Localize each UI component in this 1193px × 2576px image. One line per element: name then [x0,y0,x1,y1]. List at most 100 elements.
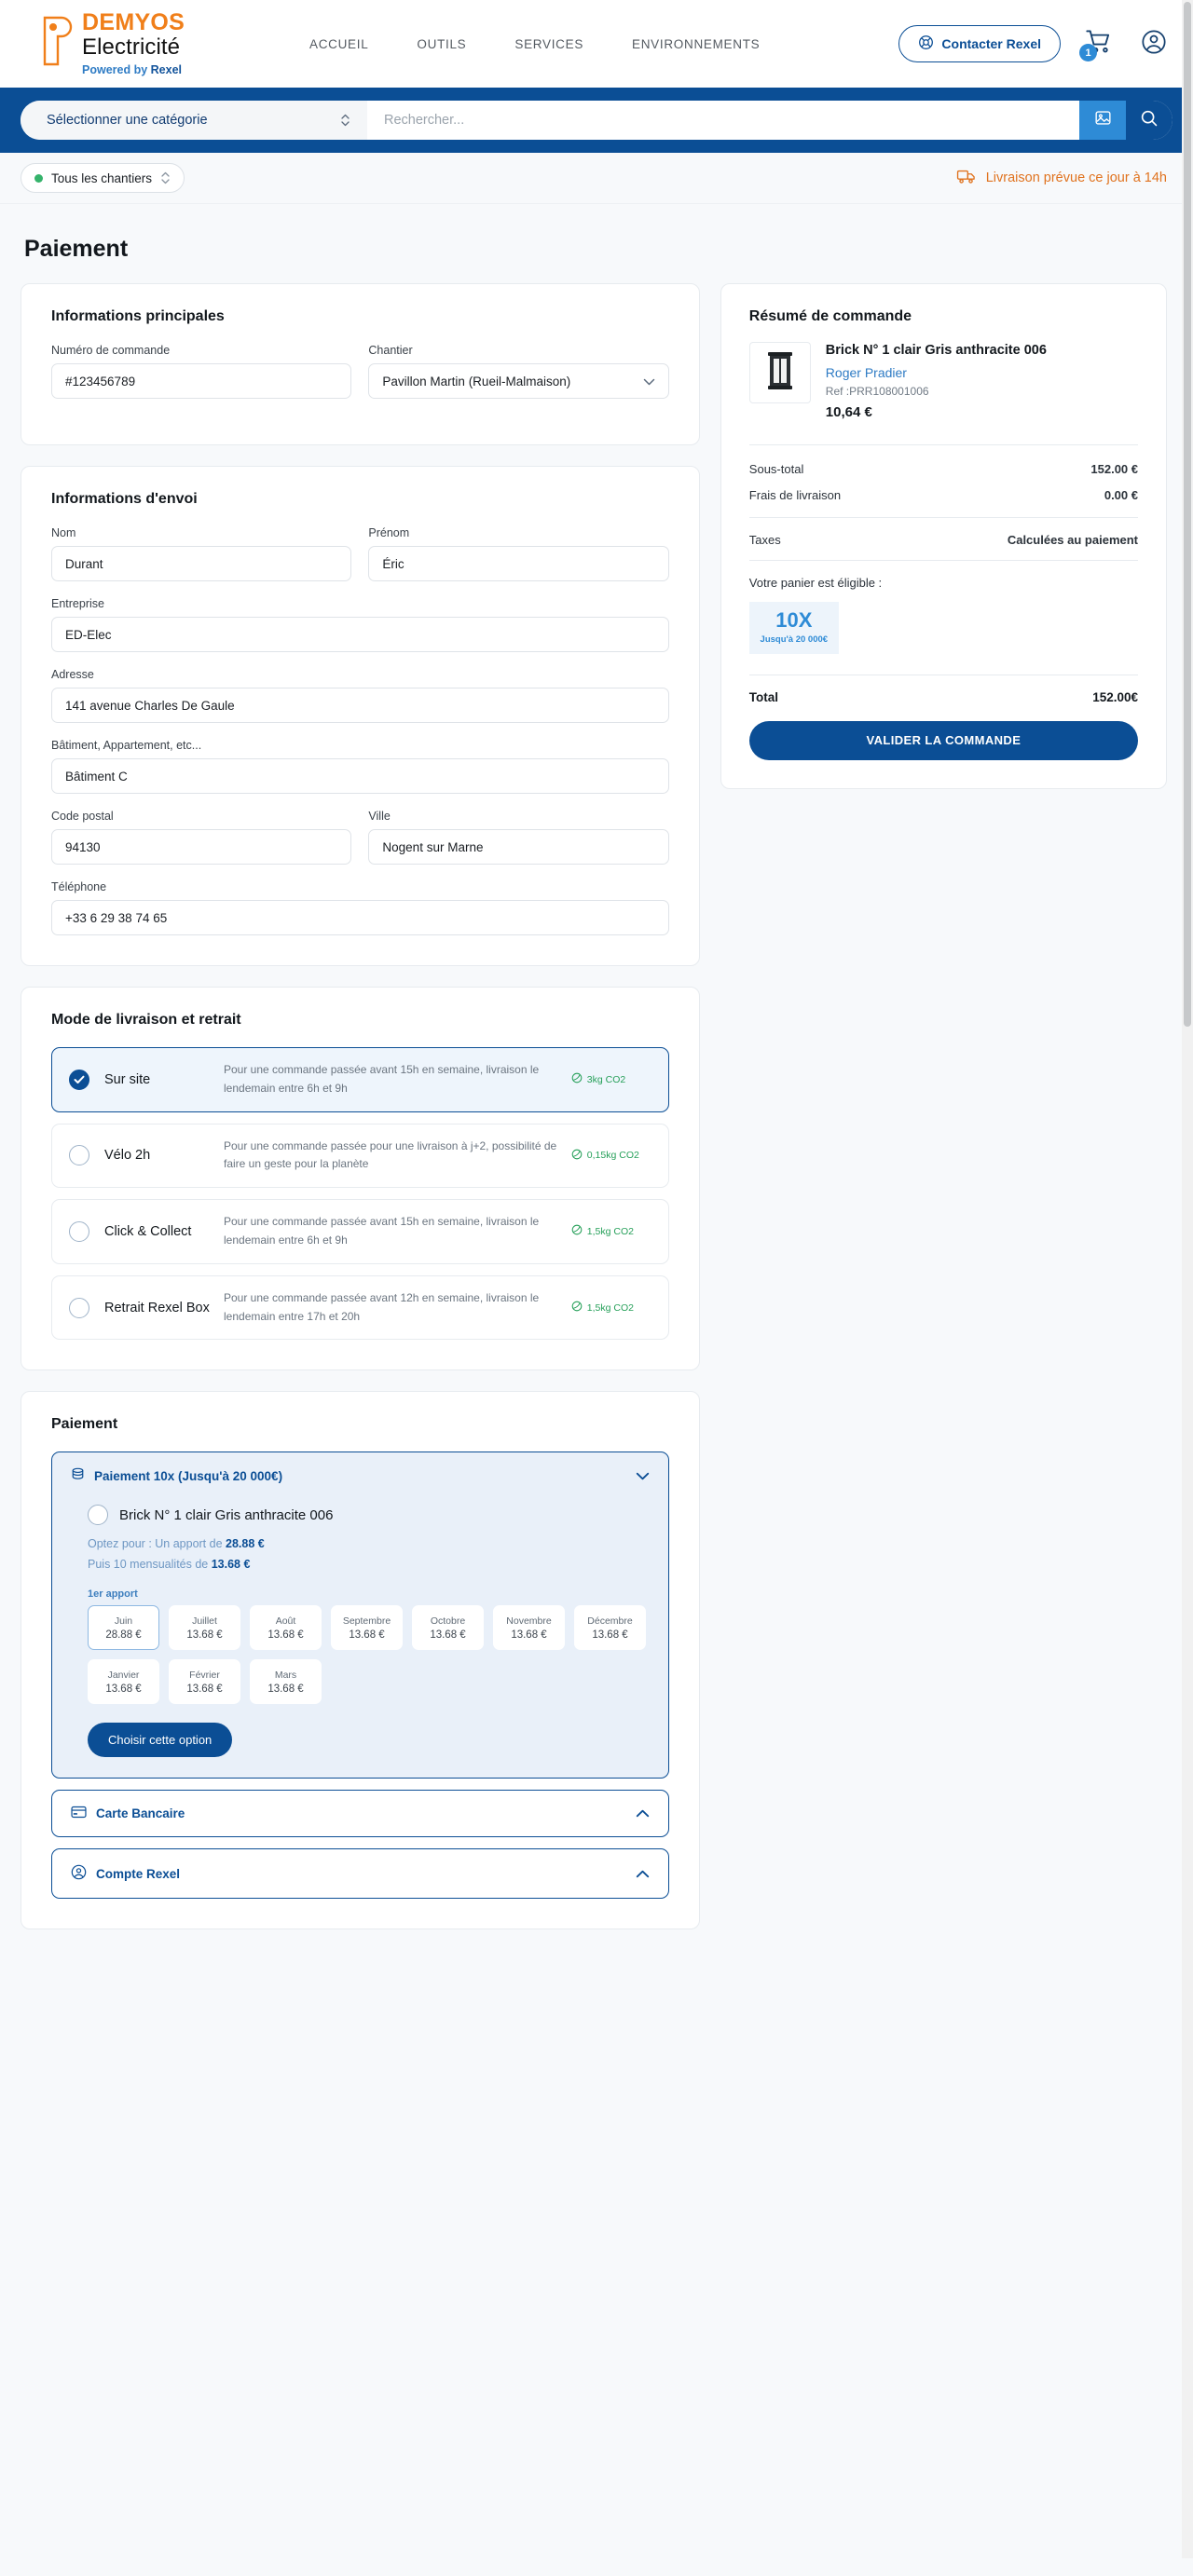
delivery-option-sur-site[interactable]: Sur site Pour une commande passée avant … [51,1047,669,1112]
chevron-updown-icon [160,170,171,185]
month-amount: 13.68 € [430,1629,466,1641]
cart-button[interactable]: 1 [1079,28,1117,61]
schedule-month-juillet[interactable]: Juillet 13.68 € [169,1605,240,1651]
nav-item-outils[interactable]: OUTILS [417,37,466,51]
demyos-logo-icon [39,15,73,67]
nom-label: Nom [51,526,76,539]
search-submit-button[interactable] [1126,101,1172,140]
schedule-month-decembre[interactable]: Décembre 13.68 € [574,1605,646,1651]
prenom-label: Prénom [368,526,410,539]
powered-by-label: Powered by Rexel [82,63,182,77]
month-name: Décembre [587,1615,633,1627]
month-amount: 13.68 € [267,1683,304,1695]
prenom-input[interactable] [368,546,669,581]
schedule-month-octobre[interactable]: Octobre 13.68 € [412,1605,484,1651]
order-number-input[interactable] [51,363,352,399]
page-scrollbar[interactable] [1182,0,1193,2558]
schedule-month-fevrier[interactable]: Février 13.68 € [169,1659,240,1705]
payment-product-name: Brick N° 1 clair Gris anthracite 006 [119,1506,334,1523]
chevron-down-icon[interactable] [636,1469,650,1483]
choose-this-option-button[interactable]: Choisir cette option [88,1723,233,1758]
category-select-label: Sélectionner une catégorie [47,113,208,128]
nav-item-accueil[interactable]: ACCUEIL [309,37,368,51]
delivery-notice: Livraison prévue ce jour à 14h [956,168,1167,188]
divider [748,559,1138,561]
chantier-select[interactable]: Pavillon Martin (Rueil-Malmaison) [368,363,669,399]
schedule-month-septembre[interactable]: Septembre 13.68 € [331,1605,403,1651]
schedule-month-aout[interactable]: Août 13.68 € [250,1605,322,1651]
schedule-month-mars[interactable]: Mars 13.68 € [250,1659,322,1705]
page-content: Paiement Informations principales Numéro… [0,204,1193,2576]
radio-selected-icon [69,1069,89,1090]
month-amount: 13.68 € [105,1683,142,1695]
coins-stack-icon [71,1467,85,1484]
search-input[interactable] [384,113,1063,128]
payment-method-compte-rexel[interactable]: Compte Rexel [51,1848,669,1900]
delivery-mode-title: Mode de livraison et retrait [51,1012,241,1028]
checkout-right-column: Résumé de commande Brick N° 1 clair Gris… [720,283,1167,789]
batiment-input[interactable] [51,758,669,794]
telephone-field: Téléphone [51,880,669,935]
taxes-value: Calculées au paiement [1007,532,1138,547]
payment-10x-header[interactable]: Paiement 10x (Jusqu'à 20 000€) [71,1467,650,1484]
validate-order-button[interactable]: VALIDER LA COMMANDE [748,720,1138,760]
summary-product-price: 10,64 € [825,403,872,420]
order-summary-title: Résumé de commande [748,308,912,324]
contact-rexel-button[interactable]: Contacter Rexel [898,25,1061,62]
schedule-month-juin[interactable]: Juin 28.88 € [88,1605,159,1651]
month-name: Juillet [192,1615,217,1627]
ville-input[interactable] [368,829,669,865]
nom-input[interactable] [51,546,352,581]
delivery-option-velo-2h[interactable]: Vélo 2h Pour une commande passée pour un… [51,1123,669,1189]
visual-search-button[interactable] [1079,101,1126,140]
delivery-option-name: Click & Collect [104,1223,192,1239]
taxes-label: Taxes [748,532,781,547]
chevron-up-icon[interactable] [636,1806,650,1820]
adresse-input[interactable] [51,688,669,723]
schedule-month-novembre[interactable]: Novembre 13.68 € [493,1605,565,1651]
chantier-selector[interactable]: Tous les chantiers [21,163,185,193]
co2-label: 1,5kg CO2 [586,1302,634,1314]
entreprise-field: Entreprise [51,597,669,652]
nav-item-environnements[interactable]: ENVIRONNEMENTS [632,37,760,51]
outdoor-lamp-icon [764,349,796,397]
entreprise-input[interactable] [51,617,669,652]
main-menu: ACCUEIL OUTILS SERVICES ENVIRONNEMENTS [309,37,760,51]
nav-item-services[interactable]: SERVICES [514,37,583,51]
delivery-option-click-collect[interactable]: Click & Collect Pour une commande passée… [51,1199,669,1264]
delivery-option-retrait-rexel-box[interactable]: Retrait Rexel Box Pour une commande pass… [51,1274,669,1341]
chevron-up-icon[interactable] [636,1867,650,1881]
contact-rexel-label: Contacter Rexel [941,36,1041,51]
badge-10x-caption: Jusqu'à 20 000€ [760,634,829,646]
payment-method-carte-bancaire[interactable]: Carte Bancaire [51,1790,669,1838]
delivery-option-co2: 0,15kg CO2 [571,1149,651,1163]
code-postal-input[interactable] [51,829,352,865]
page-title: Paiement [24,236,129,262]
summary-product-info: Brick N° 1 clair Gris anthracite 006 Rog… [826,342,1047,420]
telephone-input[interactable] [51,900,669,935]
scrollbar-thumb[interactable] [1184,2,1191,1027]
brand-logo[interactable]: DEMYOS Electricité Powered by Rexel [39,11,254,76]
cart-count-badge: 1 [1079,44,1097,61]
schedule-month-janvier[interactable]: Janvier 13.68 € [88,1659,159,1705]
summary-product-brand[interactable]: Roger Pradier [826,365,1047,380]
adresse-field: Adresse [51,668,669,723]
summary-line-value: 152.00 € [1090,461,1138,476]
delivery-option-name: Sur site [104,1071,151,1087]
summary-product-ref: Ref :PRR108001006 [825,384,929,398]
account-button[interactable] [1141,29,1167,60]
brand-name: DEMYOS [82,9,185,36]
divider [748,443,1138,445]
summary-line-label: Frais de livraison [748,487,842,502]
category-select[interactable]: Sélectionner une catégorie [21,101,367,140]
payment-title: Paiement [51,1416,118,1433]
summary-product: Brick N° 1 clair Gris anthracite 006 Rog… [748,342,1138,420]
month-name: Février [189,1669,220,1681]
payment-product-row[interactable]: Brick N° 1 clair Gris anthracite 006 [88,1505,650,1526]
summary-line-frais-livraison: Frais de livraison 0.00 € [749,488,1138,502]
radio-unselected-icon [69,1145,89,1166]
summary-line-sous-total: Sous-total 152.00 € [749,462,1138,476]
shipping-city-row: Code postal Ville [51,810,669,880]
chantier-field-label: Chantier [368,344,413,357]
delivery-option-desc: Pour une commande passée avant 15h en se… [224,1215,540,1247]
